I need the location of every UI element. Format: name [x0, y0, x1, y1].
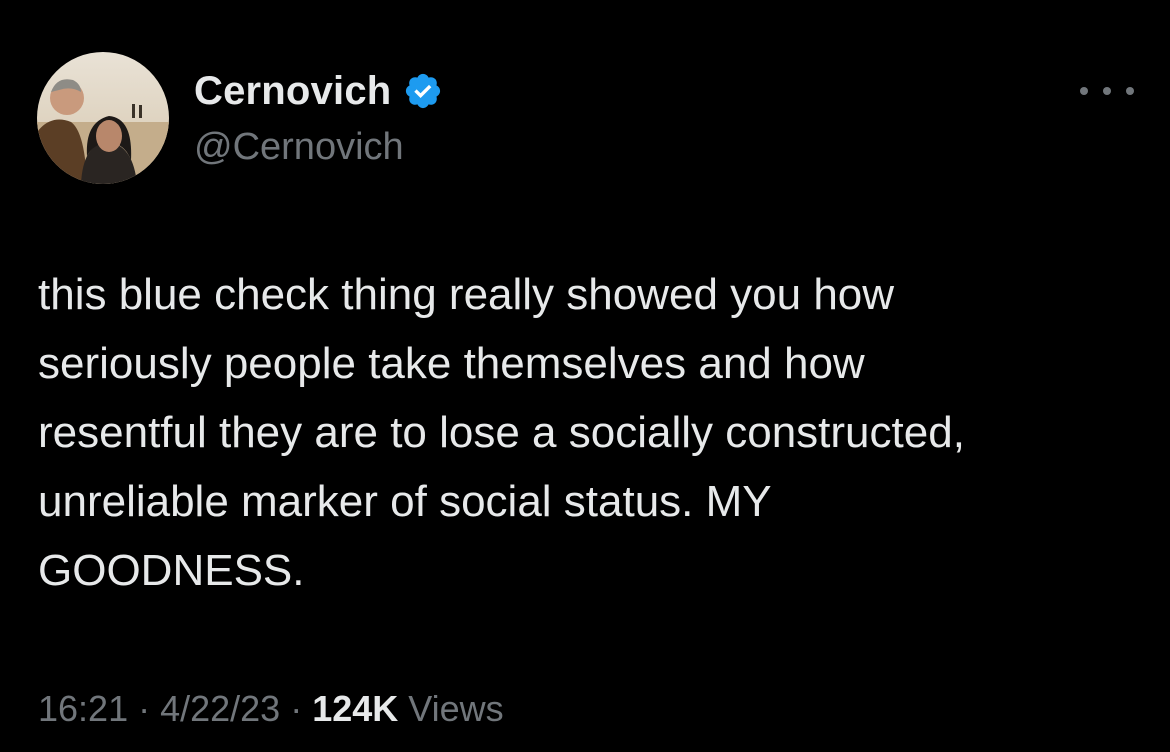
tweet-date[interactable]: 4/22/23 — [160, 688, 280, 729]
separator: · — [138, 688, 151, 729]
verified-badge-icon[interactable] — [403, 71, 443, 111]
user-avatar[interactable] — [37, 52, 169, 184]
avatar-photo — [37, 52, 169, 184]
views-label: Views — [408, 688, 504, 729]
more-options-icon — [1126, 87, 1134, 95]
tweet-time[interactable]: 16:21 — [38, 688, 128, 729]
tweet-text: this blue check thing really showed you … — [38, 270, 965, 595]
tweet-meta: 16:21 · 4/22/23 · 124K Views — [38, 682, 504, 736]
more-options-button[interactable] — [1080, 76, 1134, 106]
author-name-row: Cernovich — [194, 66, 443, 116]
separator: · — [290, 688, 303, 729]
more-options-icon — [1103, 87, 1111, 95]
author-display-name[interactable]: Cernovich — [194, 66, 391, 116]
more-options-icon — [1080, 87, 1088, 95]
views-count[interactable]: 124K — [312, 688, 398, 729]
author-handle[interactable]: @Cernovich — [194, 122, 443, 172]
author-info: Cernovich @Cernovich — [194, 66, 443, 172]
tweet-card: Cernovich @Cernovich this blue check thi… — [0, 0, 1170, 752]
